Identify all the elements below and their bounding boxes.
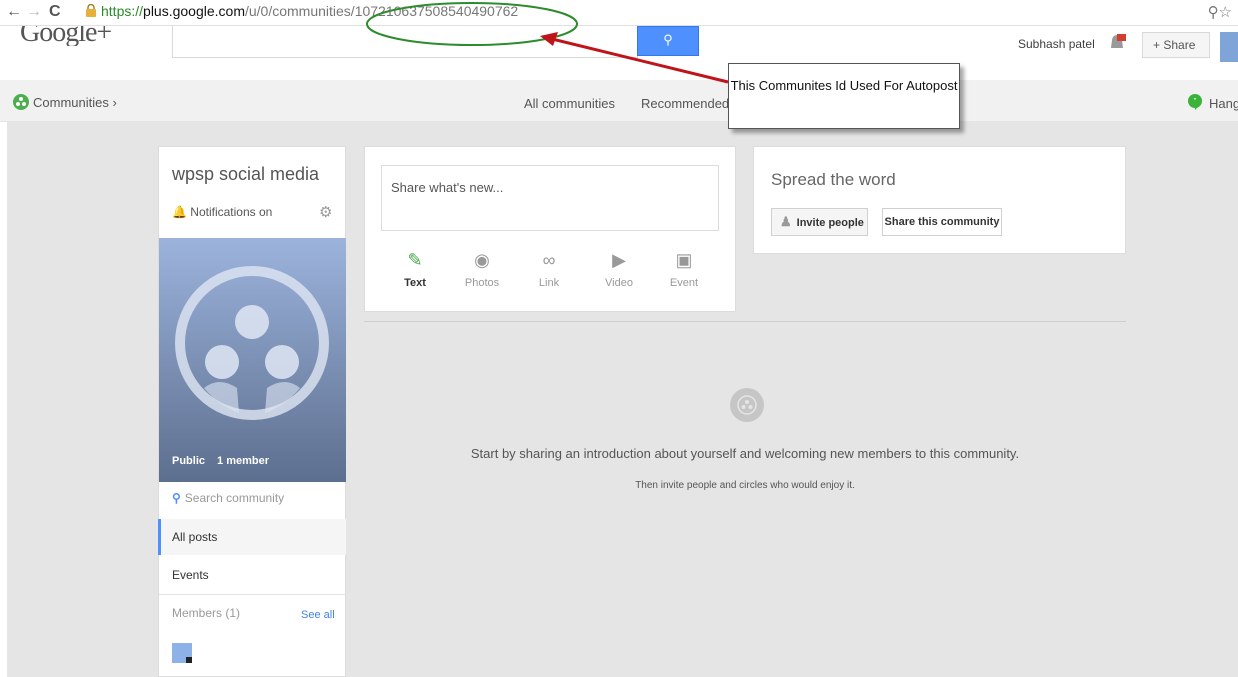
tool-photos[interactable]: ◉ Photos (452, 249, 512, 289)
community-emblem-icon (175, 266, 329, 420)
tool-label: Event (669, 277, 699, 289)
community-cover (159, 238, 346, 482)
annotation-callout: This Communites Id Used For Autopost (728, 63, 960, 129)
community-search-placeholder: Search community (184, 491, 285, 505)
community-meta: Public 1 member (172, 455, 281, 467)
page-edge (0, 122, 7, 677)
pencil-icon: ✎ (407, 250, 423, 270)
video-icon: ▶ (612, 250, 626, 270)
back-icon[interactable]: ← (6, 3, 22, 21)
member-avatar[interactable] (172, 643, 192, 663)
divider (159, 594, 346, 595)
communities-menu[interactable]: Communities › (33, 95, 117, 110)
members-label: Members (1) (172, 606, 241, 620)
svg-text:”: ” (1194, 97, 1197, 106)
subnav-bar (0, 80, 1238, 122)
nav-all-posts[interactable]: All posts (158, 519, 346, 555)
tool-video[interactable]: ▶ Video (589, 249, 649, 289)
member-count: 1 member (217, 455, 269, 467)
community-name: wpsp social media (172, 164, 320, 184)
share-button[interactable]: + Share (1142, 32, 1210, 58)
search-button[interactable]: ⚲ (637, 26, 699, 56)
visibility-label: Public (172, 455, 206, 467)
tool-event[interactable]: ▣ Event (654, 249, 714, 289)
tool-label: Video (605, 277, 633, 289)
tool-label: Link (538, 277, 560, 289)
communities-icon (13, 94, 29, 110)
url-host: plus.google.com (143, 3, 245, 19)
tab-recommended[interactable]: Recommended for you (641, 96, 733, 111)
search-icon: ⚲ (172, 491, 181, 505)
invite-label: Invite people (796, 217, 864, 229)
notifications-label: Notifications on (190, 205, 273, 219)
google-plus-logo[interactable]: Google+ (20, 26, 111, 46)
reload-icon[interactable]: C (49, 3, 61, 21)
link-icon: ∞ (542, 250, 556, 270)
tool-label: Photos (464, 277, 500, 289)
search-input[interactable] (172, 26, 638, 58)
empty-state-sub: Then invite people and circles who would… (635, 480, 855, 491)
bell-icon: 🔔 (172, 205, 187, 219)
share-community-button[interactable]: Share this community (882, 208, 1002, 236)
notifications-toggle[interactable]: 🔔 Notifications on (172, 205, 272, 219)
spread-card (753, 146, 1126, 254)
share-placeholder: Share what's new... (391, 180, 504, 195)
hangouts-icon[interactable]: ” (1187, 94, 1203, 110)
communities-empty-icon (730, 388, 764, 422)
user-name[interactable]: Subhash patel (1018, 37, 1095, 51)
avatar[interactable] (1220, 32, 1238, 62)
forward-icon[interactable]: → (26, 3, 42, 21)
search-icon: ⚲ (663, 32, 673, 47)
tool-link[interactable]: ∞ Link (519, 249, 579, 289)
hangouts-label[interactable]: Hangouts (1209, 96, 1238, 111)
tab-all-communities[interactable]: All communities (524, 96, 615, 111)
gear-icon[interactable]: ⚙ (319, 203, 332, 221)
nav-events[interactable]: Events (172, 568, 209, 582)
invite-people-button[interactable]: ♟ Invite people (771, 208, 868, 236)
url-text: https://plus.google.com/u/0/communities/… (101, 3, 518, 20)
stream-divider (364, 321, 1126, 322)
see-all-link[interactable]: See all (301, 609, 335, 621)
avatar-badge (186, 657, 192, 663)
tool-label: Text (404, 277, 426, 289)
tool-text[interactable]: ✎ Text (385, 249, 445, 289)
camera-icon: ◉ (474, 250, 490, 270)
share-input[interactable] (381, 165, 719, 231)
calendar-icon: ▣ (675, 250, 693, 270)
community-search-input[interactable]: ⚲ Search community (172, 491, 284, 505)
url-path: /u/0/communities/107210637508540490762 (244, 3, 519, 19)
zoom-star-icons[interactable]: ⚲☆ (1208, 3, 1232, 21)
lock-icon (86, 4, 96, 17)
spread-title: Spread the word (771, 170, 896, 189)
url-scheme: https:// (101, 3, 144, 19)
empty-state-message: Start by sharing an introduction about y… (470, 446, 1020, 461)
person-add-icon: ♟ (780, 214, 792, 229)
notification-bell-icon[interactable] (1108, 34, 1126, 52)
